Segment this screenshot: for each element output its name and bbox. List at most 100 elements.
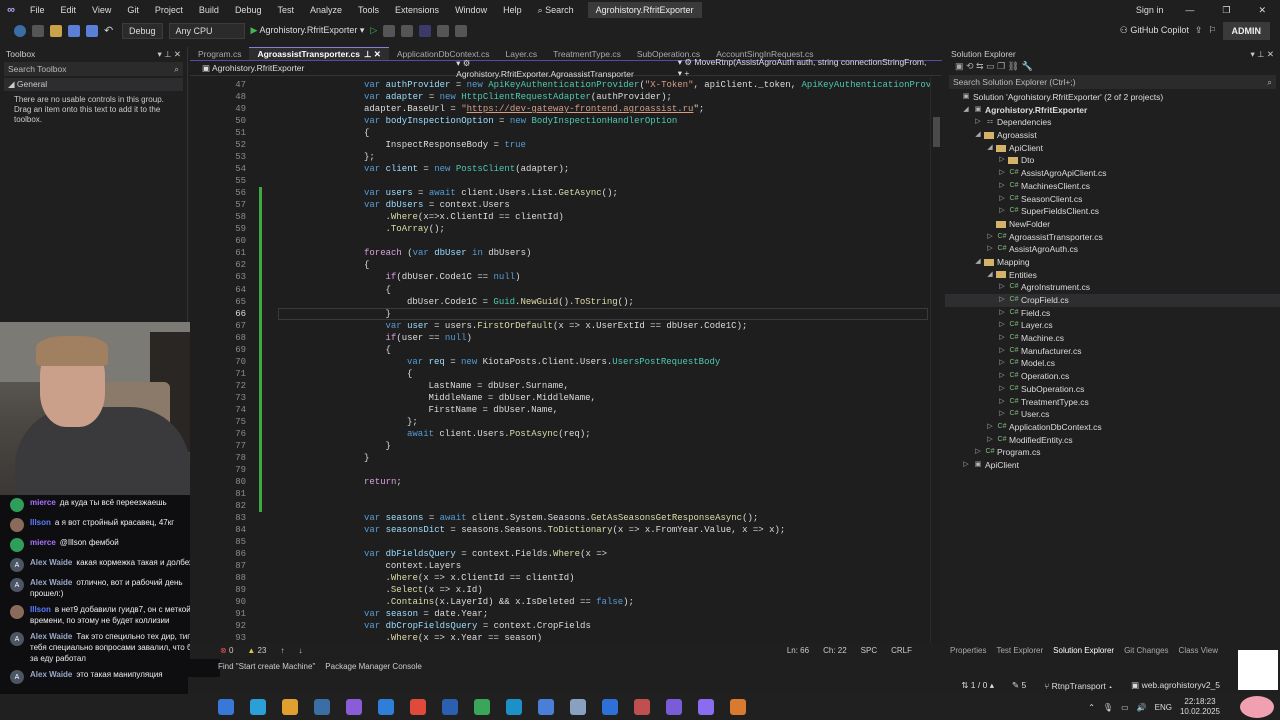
- taskbar-app-icon[interactable]: [602, 699, 618, 715]
- taskbar-app-icon[interactable]: [506, 699, 522, 715]
- project-dropdown[interactable]: ▣ Agrohistory.RfritExporter: [202, 63, 442, 74]
- tree-item[interactable]: ▷ ▣ ApiClient: [945, 459, 1280, 472]
- expand-arrow-icon[interactable]: ▷: [973, 116, 983, 129]
- expand-arrow-icon[interactable]: ◢: [985, 269, 995, 282]
- tree-item[interactable]: ▷ C# Field.cs: [945, 307, 1280, 320]
- language-indicator[interactable]: ENG: [1155, 703, 1172, 712]
- tray-overflow-icon[interactable]: ⌃: [1088, 703, 1095, 712]
- tree-item[interactable]: ▷ C# Program.cs: [945, 446, 1280, 459]
- network-icon[interactable]: ▭: [1121, 703, 1129, 712]
- tree-item[interactable]: ▷ C# AssistAgroApiClient.cs: [945, 167, 1280, 180]
- save-icon[interactable]: [68, 24, 80, 37]
- chat-username[interactable]: Alex Waide: [30, 558, 72, 567]
- expand-arrow-icon[interactable]: ◢: [961, 104, 971, 117]
- toolbox-search-input[interactable]: Search Toolbox ⌕: [4, 62, 183, 76]
- vertical-scrollbar[interactable]: [930, 77, 942, 643]
- expand-arrow-icon[interactable]: ▷: [997, 345, 1007, 358]
- taskbar-app-icon[interactable]: [410, 699, 426, 715]
- clock[interactable]: 22:18:23 10.02.2025: [1180, 697, 1220, 717]
- open-icon[interactable]: [50, 24, 62, 37]
- expand-arrow-icon[interactable]: ▷: [985, 434, 995, 447]
- expand-arrow-icon[interactable]: ▷: [997, 307, 1007, 320]
- toolbox-group-general[interactable]: ◢ General: [4, 78, 183, 91]
- tree-item[interactable]: ◢ Entities: [945, 269, 1280, 282]
- tree-item[interactable]: ▷ C# SeasonClient.cs: [945, 193, 1280, 206]
- menu-test[interactable]: Test: [269, 5, 302, 15]
- expand-arrow-icon[interactable]: ▷: [997, 180, 1007, 193]
- chat-username[interactable]: Illson: [30, 605, 51, 614]
- tree-item[interactable]: ◢ ▣ Agrohistory.RfritExporter: [945, 104, 1280, 117]
- restore-icon[interactable]: ❐: [1208, 5, 1244, 16]
- admin-badge[interactable]: ADMIN: [1222, 21, 1270, 40]
- menu-view[interactable]: View: [84, 5, 119, 15]
- tree-item[interactable]: ▷ C# Layer.cs: [945, 319, 1280, 332]
- chat-username[interactable]: Alex Waide: [30, 578, 72, 587]
- volume-icon[interactable]: 🔊: [1137, 703, 1147, 712]
- tab-program-cs[interactable]: Program.cs: [190, 47, 249, 60]
- spell-check-icon[interactable]: [419, 24, 432, 37]
- expand-arrow-icon[interactable]: ▷: [997, 193, 1007, 206]
- expand-arrow-icon[interactable]: ▷: [997, 332, 1007, 345]
- taskbar-app-icon[interactable]: [218, 699, 234, 715]
- tree-item[interactable]: ▷ C# CropField.cs: [945, 294, 1280, 307]
- configuration-select[interactable]: Debug: [122, 22, 163, 39]
- bookmark-icon[interactable]: [455, 24, 468, 37]
- taskbar-app-icon[interactable]: [538, 699, 554, 715]
- platform-select[interactable]: Any CPU: [168, 22, 245, 39]
- tree-item[interactable]: ▷ C# SubOperation.cs: [945, 383, 1280, 396]
- chat-username[interactable]: mierce: [30, 498, 56, 507]
- line-ending-indicator[interactable]: CRLF: [891, 646, 912, 655]
- menu-file[interactable]: File: [22, 5, 53, 15]
- panel-controls-icon[interactable]: ▾ ⊥ ✕: [157, 49, 181, 60]
- expand-arrow-icon[interactable]: ▷: [973, 446, 983, 459]
- expand-arrow-icon[interactable]: ◢: [973, 129, 983, 142]
- taskbar-app-icon[interactable]: [282, 699, 298, 715]
- menu-extensions[interactable]: Extensions: [387, 5, 447, 15]
- minimize-icon[interactable]: —: [1171, 5, 1208, 15]
- tree-item[interactable]: ▷ C# Operation.cs: [945, 370, 1280, 383]
- branch-selector[interactable]: ⑂ RtnpTransport ▴: [1044, 681, 1113, 691]
- tree-item[interactable]: ▷ C# MachinesClient.cs: [945, 180, 1280, 193]
- github-copilot-button[interactable]: ⚇ GitHub Copilot: [1120, 25, 1189, 36]
- error-count[interactable]: ⊗ 0: [220, 646, 233, 655]
- feedback-icon[interactable]: ⚐: [1208, 25, 1216, 36]
- menu-build[interactable]: Build: [191, 5, 227, 15]
- panel-controls-icon[interactable]: ▾ ⊥ ✕: [1250, 49, 1274, 60]
- solution-search-input[interactable]: Search Solution Explorer (Ctrl+;) ⌕: [949, 75, 1276, 89]
- expand-arrow-icon[interactable]: ▷: [997, 205, 1007, 218]
- run-button[interactable]: ▶ Agrohistory.RfritExporter ▾: [251, 25, 365, 36]
- expand-arrow-icon[interactable]: ▷: [985, 421, 995, 434]
- run-without-debug-icon[interactable]: ▷: [370, 25, 377, 36]
- taskbar-app-icon[interactable]: [346, 699, 362, 715]
- tree-item[interactable]: ▷ C# ModifiedEntity.cs: [945, 434, 1280, 447]
- expand-arrow-icon[interactable]: ▷: [997, 396, 1007, 409]
- tree-item[interactable]: ▷ C# ApplicationDbContext.cs: [945, 421, 1280, 434]
- toolbar-icon[interactable]: [401, 24, 414, 37]
- expand-arrow-icon[interactable]: ▷: [997, 281, 1007, 294]
- pending-changes[interactable]: ✎ 5: [1012, 680, 1026, 691]
- taskbar-app-icon[interactable]: [442, 699, 458, 715]
- down-arrow-icon[interactable]: ↓: [298, 646, 302, 655]
- new-project-icon[interactable]: [32, 24, 44, 37]
- expand-arrow-icon[interactable]: ◢: [973, 256, 983, 269]
- back-icon[interactable]: [14, 24, 26, 37]
- expand-arrow-icon[interactable]: ▷: [997, 357, 1007, 370]
- taskbar-app-icon[interactable]: [474, 699, 490, 715]
- tab-class-view[interactable]: Class View: [1179, 646, 1218, 655]
- tree-item[interactable]: ▷ ⚏ Dependencies: [945, 116, 1280, 129]
- chat-username[interactable]: Alex Waide: [30, 632, 72, 641]
- toolbar-icon[interactable]: [437, 24, 450, 37]
- microphone-icon[interactable]: 🎙: [1103, 703, 1113, 712]
- warning-count[interactable]: ▲ 23: [247, 646, 266, 655]
- taskbar-app-icon[interactable]: [250, 699, 266, 715]
- tree-item[interactable]: ▷ C# AgroInstrument.cs: [945, 281, 1280, 294]
- close-icon[interactable]: ✕: [1244, 5, 1280, 16]
- menu-tools[interactable]: Tools: [350, 5, 387, 15]
- menu-analyze[interactable]: Analyze: [302, 5, 350, 15]
- tab-solution-explorer[interactable]: Solution Explorer: [1053, 646, 1114, 655]
- whitespace-indicator[interactable]: SPC: [861, 646, 877, 655]
- menu-help[interactable]: Help: [495, 5, 530, 15]
- expand-arrow-icon[interactable]: ▷: [997, 154, 1007, 167]
- toolbar-icon[interactable]: [383, 24, 396, 37]
- chat-username[interactable]: Illson: [30, 518, 51, 527]
